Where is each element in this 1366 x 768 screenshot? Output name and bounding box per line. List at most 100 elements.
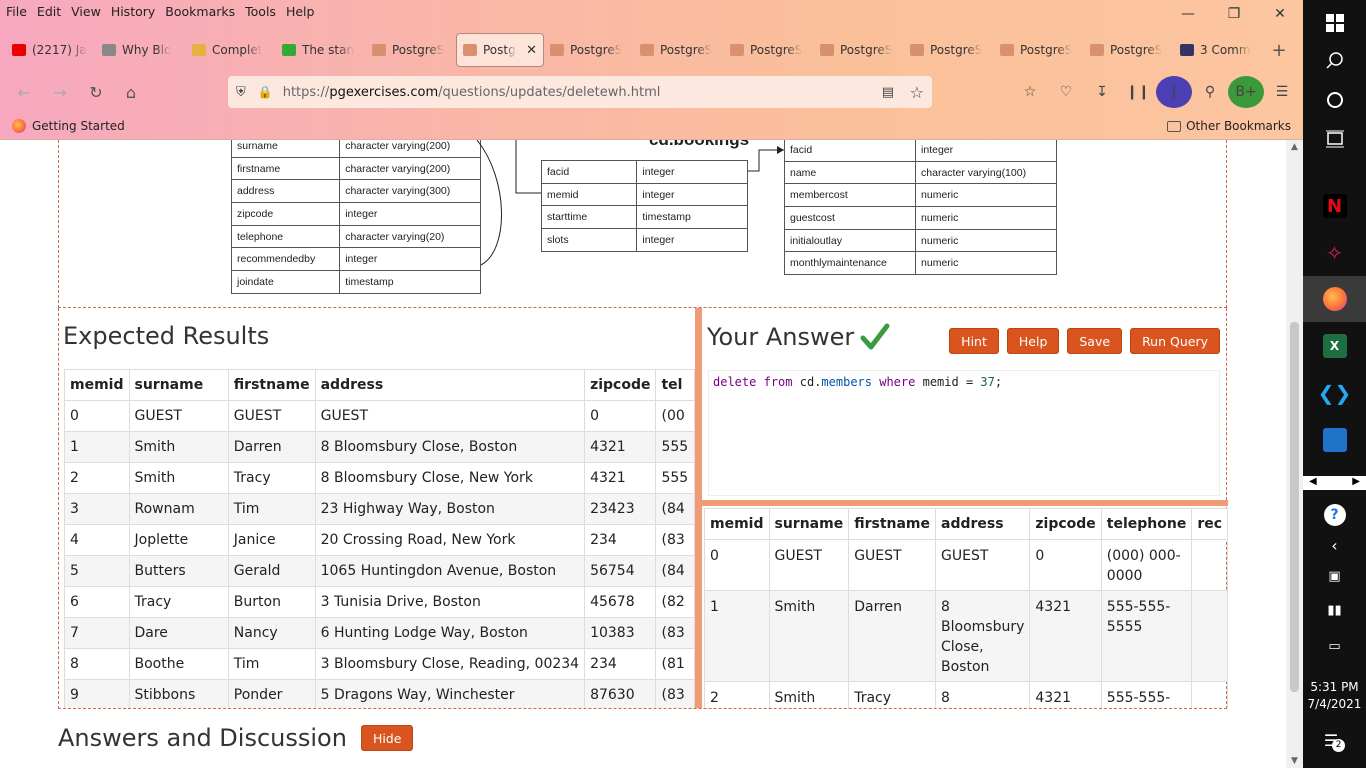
library-icon[interactable]: ❙❙ [1120,76,1156,108]
bookmark-label: Getting Started [32,119,125,133]
column-header[interactable]: rec [1191,508,1228,540]
menu-file[interactable]: File [6,4,27,19]
browser-tab[interactable]: 3 Comm [1174,33,1264,67]
reload-icon[interactable]: ↻ [78,76,114,108]
url-bar[interactable]: ⛨ 🔒 https://pgexercises.com/questions/up… [228,76,932,108]
table-cell: 7 [64,617,130,649]
back-arrow-icon[interactable]: ← [6,76,42,108]
hint-button[interactable]: Hint [949,328,999,354]
browser-tab[interactable]: PostgreS [634,33,724,67]
browser-tab[interactable]: (2217) Ja [6,33,96,67]
tab-active[interactable]: Postg ✕ [456,33,544,67]
browser-tab[interactable]: PostgreS [814,33,904,67]
keyboard-icon[interactable]: ▭ [1303,626,1366,666]
taskbar-clock[interactable]: 5:31 PM 7/4/2021 [1303,679,1366,713]
folder-icon [1167,120,1182,132]
scroll-up-icon[interactable]: ▲ [1286,142,1303,152]
column-header[interactable]: tel [655,369,695,401]
browser-tab[interactable]: Complet [186,33,276,67]
table-cell: 555 [655,462,695,494]
reader-view-icon[interactable]: ▤ [882,85,894,100]
column-header[interactable]: address [935,508,1031,540]
photos-icon[interactable] [1303,417,1366,463]
help-button[interactable]: Help [1006,328,1060,354]
column-header[interactable]: address [314,369,586,401]
netflix-icon[interactable]: N [1303,183,1366,229]
pocket-icon[interactable]: ♡ [1048,76,1084,108]
column-header[interactable]: surname [768,508,850,540]
run-query-button[interactable]: Run Query [1130,328,1220,354]
menu-edit[interactable]: Edit [37,4,61,19]
sql-editor[interactable]: delete from cd.members where memid = 37; [708,370,1220,496]
slack-icon[interactable]: ✧ [1303,230,1366,276]
waveform-icon [282,44,296,56]
menu-tools[interactable]: Tools [245,4,276,19]
browser-tab[interactable]: Why Blo [96,33,186,67]
forward-arrow-icon[interactable]: → [42,76,78,108]
menu-bookmarks[interactable]: Bookmarks [165,4,235,19]
shield-icon[interactable]: ⛨ [236,85,246,100]
column-header[interactable]: zipcode [1029,508,1102,540]
vertical-scrollbar[interactable]: ▲ ▼ [1286,140,1303,768]
editor-resizer[interactable] [702,500,1228,506]
tab-close-icon[interactable]: ✕ [526,43,537,58]
column-header[interactable]: memid [64,369,130,401]
download-icon[interactable]: ↧ [1084,76,1120,108]
table-cell: 4321 [1029,681,1102,708]
column-header[interactable]: firstname [848,508,937,540]
other-bookmarks[interactable]: Other Bookmarks [1167,119,1291,133]
pge-icon [1000,44,1014,56]
extension-icon[interactable]: B+ [1228,76,1264,108]
table-cell: 6 [64,586,130,618]
chevron-left-icon[interactable]: ◀ [1309,476,1317,490]
new-tab-icon[interactable]: + [1264,40,1294,61]
column-header[interactable]: firstname [227,369,316,401]
save-button[interactable]: Save [1067,328,1123,354]
menu-view[interactable]: View [71,4,101,19]
task-view-icon[interactable] [1303,116,1366,162]
column-header[interactable]: zipcode [584,369,657,401]
browser-tab[interactable]: PostgreS [544,33,634,67]
browser-tab[interactable]: PostgreS [366,33,456,67]
menu-hamburger-icon[interactable]: ☰ [1264,76,1300,108]
bookmark-getting-started[interactable]: Getting Started [12,119,125,133]
excel-icon[interactable]: X [1303,323,1366,369]
minimize-icon[interactable]: — [1165,0,1211,28]
vscode-icon[interactable]: ❮❯ [1303,370,1366,416]
notification-icon[interactable]: ☰ 2 [1303,718,1366,762]
scroll-down-icon[interactable]: ▼ [1286,756,1303,766]
column-header[interactable]: memid [704,508,770,540]
menu-history[interactable]: History [111,4,155,19]
table-row: 0 GUEST GUEST GUEST 0 (00 [64,400,695,432]
chevron-right-icon[interactable]: ▶ [1352,476,1360,490]
home-icon[interactable]: ⌂ [113,76,149,108]
menu-help[interactable]: Help [286,4,315,19]
browser-tab[interactable]: PostgreS [1084,33,1174,67]
expected-results-table: memid surname firstname address zipcode tel 0 G… [64,369,695,708]
hide-button[interactable]: Hide [360,725,414,751]
close-window-icon[interactable]: ✕ [1257,0,1303,28]
pocket-star-icon[interactable]: ☆ [1012,76,1048,108]
scrollbar-thumb[interactable] [1290,322,1299,692]
column-header[interactable]: surname [128,369,229,401]
table-cell: Smith [128,462,229,494]
table-cell: Butters [128,555,229,587]
column-header[interactable]: telephone [1100,508,1193,540]
search-extension-icon[interactable]: ⚲ [1192,76,1228,108]
lock-icon[interactable]: 🔒 [258,85,273,99]
url-text[interactable]: https://pgexercises.com/questions/update… [283,85,661,100]
table-cell [1191,539,1228,591]
browser-tab[interactable]: PostgreS [724,33,814,67]
browser-tab[interactable]: PostgreS [994,33,1084,67]
bookmark-star-icon[interactable]: ☆ [910,83,924,102]
table-cell: 0 [64,400,130,432]
panel-divider[interactable] [695,308,702,708]
table-cell: 555 [655,431,695,463]
restore-icon[interactable]: ❐ [1211,0,1257,28]
browser-tab[interactable]: PostgreS [904,33,994,67]
profile-avatar[interactable]: J [1156,76,1192,108]
battery-icon[interactable]: ▮▮ [1303,590,1366,630]
firefox-taskbar-icon[interactable] [1303,276,1366,322]
browser-tab[interactable]: The stan [276,33,366,67]
table-cell: 23 Highway Way, Boston [314,493,586,525]
